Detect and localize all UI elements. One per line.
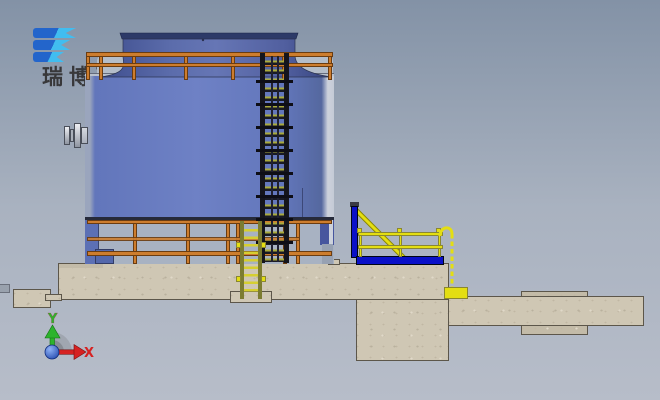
foundation-beam xyxy=(448,296,644,326)
viewport-edge-tab xyxy=(0,284,10,293)
flange-disc xyxy=(74,123,81,148)
ladder-handle xyxy=(261,276,266,282)
origin-sphere xyxy=(45,345,59,359)
guardrail-post xyxy=(226,221,230,264)
slab-strip xyxy=(45,294,62,301)
cad-viewport[interactable]: 瑞博环保 xyxy=(0,0,660,400)
y-axis-label: Y xyxy=(47,312,58,327)
guardrail-top-rail xyxy=(87,220,332,224)
ladder-rail xyxy=(258,221,262,299)
logo-stripe xyxy=(33,28,76,38)
guardrail-post xyxy=(133,221,137,264)
ladder-handle xyxy=(236,242,241,248)
guardrail-post xyxy=(296,221,300,264)
body-panel-seam xyxy=(302,188,303,218)
guardrail-top-rail xyxy=(86,52,333,57)
platform-mid-rail xyxy=(358,245,443,249)
flange-pipe xyxy=(81,127,88,144)
slab-step xyxy=(59,264,103,268)
ladder-rungs xyxy=(244,224,258,296)
rail-finial xyxy=(397,228,402,233)
rail-finial xyxy=(357,228,362,233)
guardrail-mid-rail xyxy=(86,63,333,67)
tower-body xyxy=(85,76,334,218)
coordinate-triad-icon[interactable]: Y X xyxy=(16,306,100,378)
logo-stripe xyxy=(33,40,70,50)
ladder-rail xyxy=(240,221,244,299)
guardrail-post xyxy=(186,221,190,264)
foundation-pier xyxy=(356,298,449,361)
x-axis-label: X xyxy=(84,346,94,361)
platform-deck xyxy=(356,256,444,265)
guardrail-bottom-rail xyxy=(87,251,332,256)
company-logo-mark-icon xyxy=(33,28,83,64)
body-bottom-seam xyxy=(85,217,334,220)
ladder-handle xyxy=(236,276,241,282)
anchor-plate xyxy=(444,287,468,299)
ladder-handle xyxy=(261,242,266,248)
